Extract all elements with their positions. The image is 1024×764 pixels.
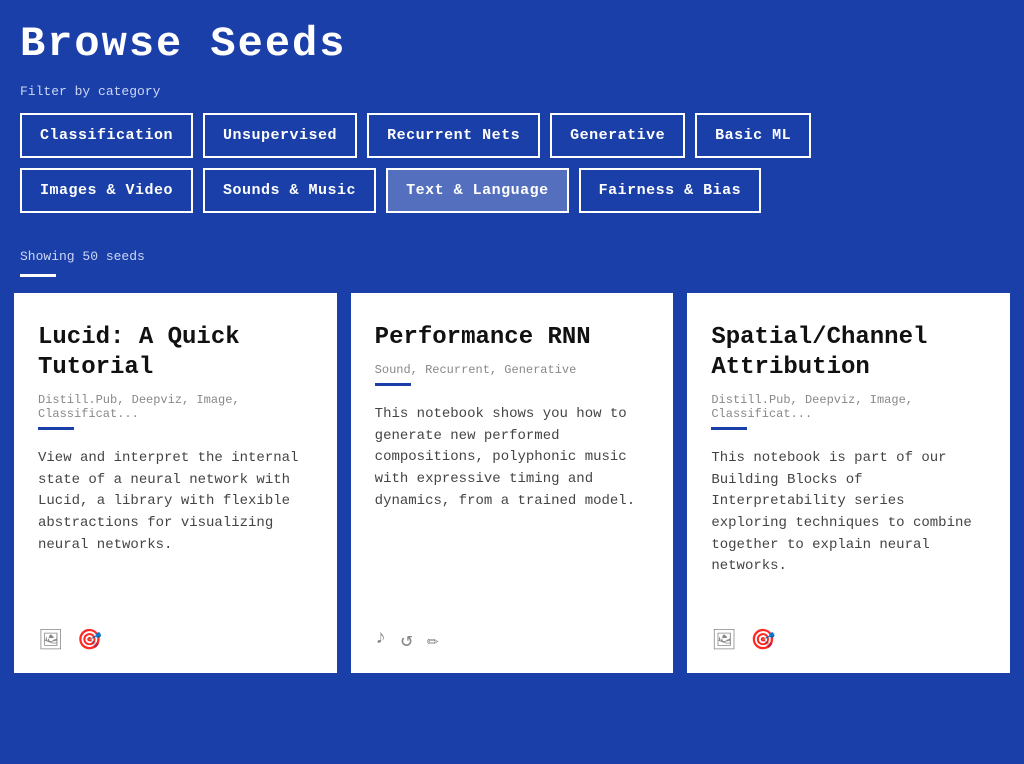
card-lucid-title: Lucid: A Quick Tutorial: [38, 323, 313, 383]
music-icon[interactable]: ♪: [375, 627, 387, 653]
filter-btn-fairness-bias[interactable]: Fairness & Bias: [579, 168, 762, 213]
image-icon-2[interactable]: 🖼: [711, 627, 736, 653]
filter-btn-classification[interactable]: Classification: [20, 113, 193, 158]
image-icon[interactable]: 🖼: [38, 627, 63, 653]
card-spatial-channel: Spatial/Channel Attribution Distill.Pub,…: [687, 293, 1010, 673]
filter-btn-generative[interactable]: Generative: [550, 113, 685, 158]
card-lucid-tags: Distill.Pub, Deepviz, Image, Classificat…: [38, 393, 313, 421]
filter-btn-unsupervised[interactable]: Unsupervised: [203, 113, 357, 158]
card-spatial-tags: Distill.Pub, Deepviz, Image, Classificat…: [711, 393, 986, 421]
filter-label: Filter by category: [20, 84, 1004, 99]
card-rnn-tags: Sound, Recurrent, Generative: [375, 363, 650, 377]
card-lucid: Lucid: A Quick Tutorial Distill.Pub, Dee…: [14, 293, 337, 673]
card-rnn-icons: ♪ ↺ ✏: [375, 617, 650, 653]
card-lucid-divider: [38, 427, 74, 430]
cards-container: Lucid: A Quick Tutorial Distill.Pub, Dee…: [0, 277, 1024, 689]
card-spatial-icons: 🖼 🎯: [711, 617, 986, 653]
card-spatial-divider: [711, 427, 747, 430]
card-rnn-description: This notebook shows you how to generate …: [375, 404, 650, 597]
filter-btn-basic-ml[interactable]: Basic ML: [695, 113, 811, 158]
card-rnn-title: Performance RNN: [375, 323, 650, 353]
card-spatial-title: Spatial/Channel Attribution: [711, 323, 986, 383]
card-spatial-description: This notebook is part of our Building Bl…: [711, 448, 986, 597]
filter-btn-images-video[interactable]: Images & Video: [20, 168, 193, 213]
target-icon-2[interactable]: 🎯: [751, 627, 776, 653]
showing-label: Showing 50 seeds: [0, 233, 1024, 270]
filter-row-1: Classification Unsupervised Recurrent Ne…: [20, 113, 1004, 158]
filter-row-2: Images & Video Sounds & Music Text & Lan…: [20, 168, 1004, 213]
filter-btn-sounds-music[interactable]: Sounds & Music: [203, 168, 376, 213]
target-icon[interactable]: 🎯: [77, 627, 102, 653]
card-lucid-icons: 🖼 🎯: [38, 617, 313, 653]
filter-btn-text-language[interactable]: Text & Language: [386, 168, 569, 213]
page-title: Browse Seeds: [20, 20, 1004, 68]
filter-btn-recurrent-nets[interactable]: Recurrent Nets: [367, 113, 540, 158]
edit-icon[interactable]: ✏: [427, 627, 439, 653]
card-performance-rnn: Performance RNN Sound, Recurrent, Genera…: [351, 293, 674, 673]
refresh-icon[interactable]: ↺: [401, 627, 413, 653]
card-rnn-divider: [375, 383, 411, 386]
card-lucid-description: View and interpret the internal state of…: [38, 448, 313, 597]
